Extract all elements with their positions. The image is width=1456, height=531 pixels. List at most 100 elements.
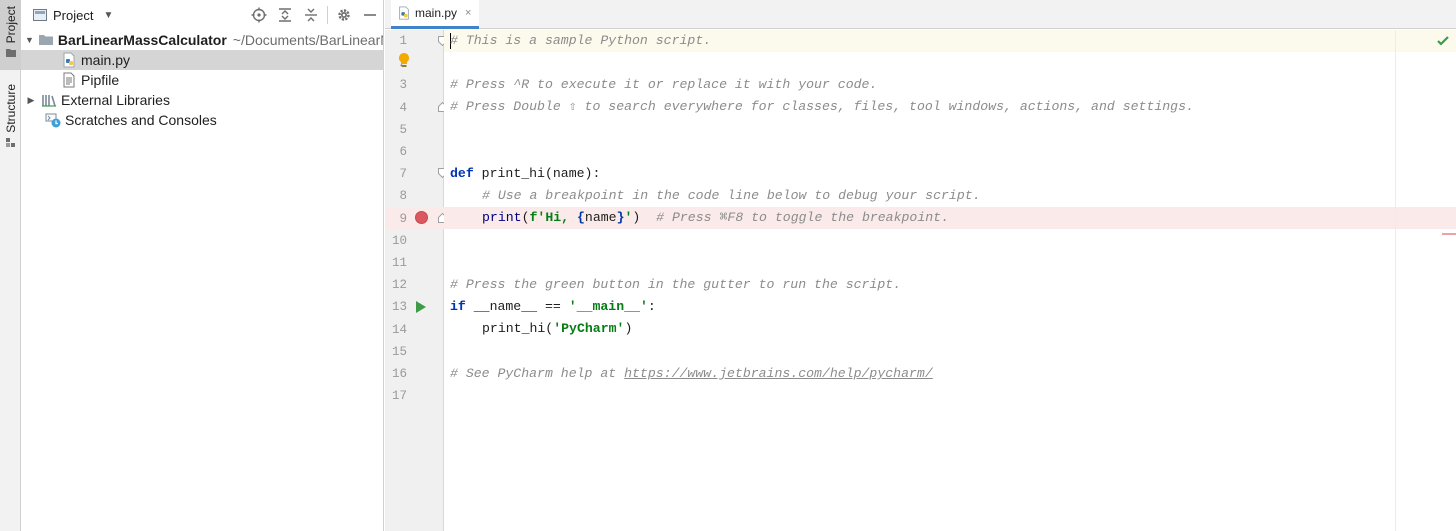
project-panel-header: Project ▼ bbox=[21, 0, 383, 30]
help-link[interactable]: https://www.jetbrains.com/help/pycharm/ bbox=[624, 366, 933, 381]
chevron-down-icon[interactable]: ▼ bbox=[25, 35, 34, 45]
editor-gutter[interactable]: 1234567891011121314151617 bbox=[385, 30, 447, 531]
project-root-path: ~/Documents/BarLinearMassCalculator bbox=[232, 32, 383, 48]
code-comment: # Press Double ⇧ to search everywhere fo… bbox=[450, 99, 1194, 114]
code-builtin: print bbox=[482, 210, 522, 225]
line-number[interactable]: 11 bbox=[385, 252, 407, 274]
project-view-selector[interactable]: Project bbox=[53, 8, 93, 23]
code-line-3[interactable]: # Press ^R to execute it or replace it w… bbox=[444, 74, 1456, 96]
code-paren: ) bbox=[624, 321, 633, 336]
line-number[interactable]: 8 bbox=[385, 185, 407, 207]
code-line-16[interactable]: # See PyCharm help at https://www.jetbra… bbox=[444, 363, 1456, 385]
tree-item-label: External Libraries bbox=[61, 92, 170, 108]
code-line-7[interactable]: def print_hi(name): bbox=[444, 163, 1456, 185]
minimize-icon bbox=[364, 14, 376, 16]
code-line-14[interactable]: print_hi('PyCharm') bbox=[444, 318, 1456, 340]
folder-icon bbox=[5, 49, 16, 58]
tree-item-label: Scratches and Consoles bbox=[65, 112, 217, 128]
tab-label: main.py bbox=[415, 6, 458, 20]
editor-pane: main.py × 1234567891011121314151617 # Th… bbox=[385, 0, 1456, 531]
code-variable: name bbox=[584, 210, 617, 225]
code-line-4[interactable]: # Press Double ⇧ to search everywhere fo… bbox=[444, 96, 1456, 118]
tree-item-label: main.py bbox=[81, 52, 131, 68]
tree-item-external-libraries[interactable]: ▶ External Libraries bbox=[21, 90, 383, 110]
code-string: '__main__' bbox=[568, 299, 648, 314]
code-line-12[interactable]: # Press the green button in the gutter t… bbox=[444, 274, 1456, 296]
tree-item-project-root[interactable]: ▼ BarLinearMassCalculator ~/Documents/Ba… bbox=[21, 30, 383, 50]
python-file-icon bbox=[61, 52, 77, 68]
project-view-icon bbox=[33, 9, 47, 21]
tree-item-scratches[interactable]: Scratches and Consoles bbox=[21, 110, 383, 130]
structure-tool-tab-label: Structure bbox=[3, 84, 18, 133]
scratches-icon bbox=[45, 112, 61, 128]
settings-button[interactable] bbox=[331, 0, 357, 30]
gear-icon bbox=[338, 9, 350, 21]
code-editor[interactable]: # This is a sample Python script. # Pres… bbox=[444, 30, 1456, 531]
run-icon[interactable] bbox=[416, 301, 426, 313]
line-number[interactable]: 7 bbox=[385, 163, 407, 185]
line-number[interactable]: 15 bbox=[385, 341, 407, 363]
code-comment: # Press the green button in the gutter t… bbox=[450, 277, 902, 292]
code-comment: # Press ⌘F8 to toggle the breakpoint. bbox=[640, 210, 949, 225]
code-comment: # This is a sample Python script. bbox=[450, 33, 712, 48]
code-comment: # Use a breakpoint in the code line belo… bbox=[482, 188, 981, 203]
line-number[interactable]: 14 bbox=[385, 319, 407, 341]
structure-tool-tab[interactable]: Structure bbox=[0, 80, 21, 152]
breakpoint-stripe-marker[interactable] bbox=[1442, 233, 1456, 235]
breakpoint-icon[interactable] bbox=[415, 211, 428, 224]
locate-button[interactable] bbox=[246, 0, 272, 30]
check-icon[interactable] bbox=[1436, 34, 1450, 48]
code-call: print_hi( bbox=[482, 321, 554, 336]
chevron-right-icon[interactable]: ▶ bbox=[25, 95, 37, 106]
code-keyword: if bbox=[450, 299, 466, 314]
code-keyword: def bbox=[450, 166, 474, 181]
tree-item-pipfile[interactable]: Pipfile bbox=[21, 70, 383, 90]
code-def-signature: print_hi(name): bbox=[473, 166, 601, 181]
project-tool-tab-label: Project bbox=[3, 6, 18, 44]
right-margin-guide bbox=[1395, 30, 1396, 531]
line-number[interactable]: 13 bbox=[385, 296, 407, 318]
line-number[interactable]: 4 bbox=[385, 97, 407, 119]
chevron-down-icon[interactable]: ▼ bbox=[103, 10, 113, 21]
locate-icon bbox=[251, 7, 267, 23]
project-panel: Project ▼ ▼ BarLinearMassCalculator ~/Do… bbox=[21, 0, 384, 531]
line-number[interactable]: 3 bbox=[385, 74, 407, 96]
line-number[interactable]: 16 bbox=[385, 363, 407, 385]
code-paren: ( bbox=[521, 210, 530, 225]
line-number[interactable]: 17 bbox=[385, 385, 407, 407]
code-expression: __name__ == bbox=[465, 299, 569, 314]
project-panel-toolbar bbox=[246, 0, 383, 30]
editor-tab-bar: main.py × bbox=[385, 0, 1456, 29]
collapse-all-button[interactable] bbox=[298, 0, 324, 30]
collapse-all-icon bbox=[305, 8, 317, 22]
tree-item-main-py[interactable]: main.py bbox=[21, 50, 383, 70]
text-file-icon bbox=[61, 72, 77, 88]
code-line-8[interactable]: # Use a breakpoint in the code line belo… bbox=[444, 185, 1456, 207]
project-tree: ▼ BarLinearMassCalculator ~/Documents/Ba… bbox=[21, 30, 383, 130]
hide-panel-button[interactable] bbox=[357, 0, 383, 30]
close-icon[interactable]: × bbox=[465, 7, 471, 19]
line-number[interactable]: 10 bbox=[385, 230, 407, 252]
code-fstring: f'Hi, bbox=[529, 210, 577, 225]
lightbulb-icon[interactable] bbox=[397, 52, 411, 68]
tab-main-py[interactable]: main.py × bbox=[391, 0, 480, 29]
line-number[interactable]: 5 bbox=[385, 119, 407, 141]
line-number[interactable]: 9 bbox=[385, 208, 407, 230]
expand-all-icon bbox=[279, 8, 291, 22]
structure-icon bbox=[5, 137, 15, 147]
project-tool-tab[interactable]: Project bbox=[0, 0, 21, 70]
code-line-13[interactable]: if __name__ == '__main__': bbox=[444, 296, 1456, 318]
code-line-9[interactable]: print(f'Hi, {name}') # Press ⌘F8 to togg… bbox=[444, 207, 1456, 229]
code-colon: : bbox=[647, 299, 656, 314]
line-number[interactable]: 1 bbox=[385, 30, 407, 52]
code-brace: { bbox=[576, 210, 585, 225]
left-tool-strip: Project Structure bbox=[0, 0, 21, 531]
code-line-1[interactable]: # This is a sample Python script. bbox=[444, 30, 1456, 52]
expand-all-button[interactable] bbox=[272, 0, 298, 30]
code-string: 'PyCharm' bbox=[553, 321, 625, 336]
library-icon bbox=[41, 92, 57, 108]
line-number[interactable]: 12 bbox=[385, 274, 407, 296]
line-number[interactable]: 6 bbox=[385, 141, 407, 163]
toolbar-divider bbox=[327, 6, 328, 24]
code-comment: # Press ^R to execute it or replace it w… bbox=[450, 77, 878, 92]
